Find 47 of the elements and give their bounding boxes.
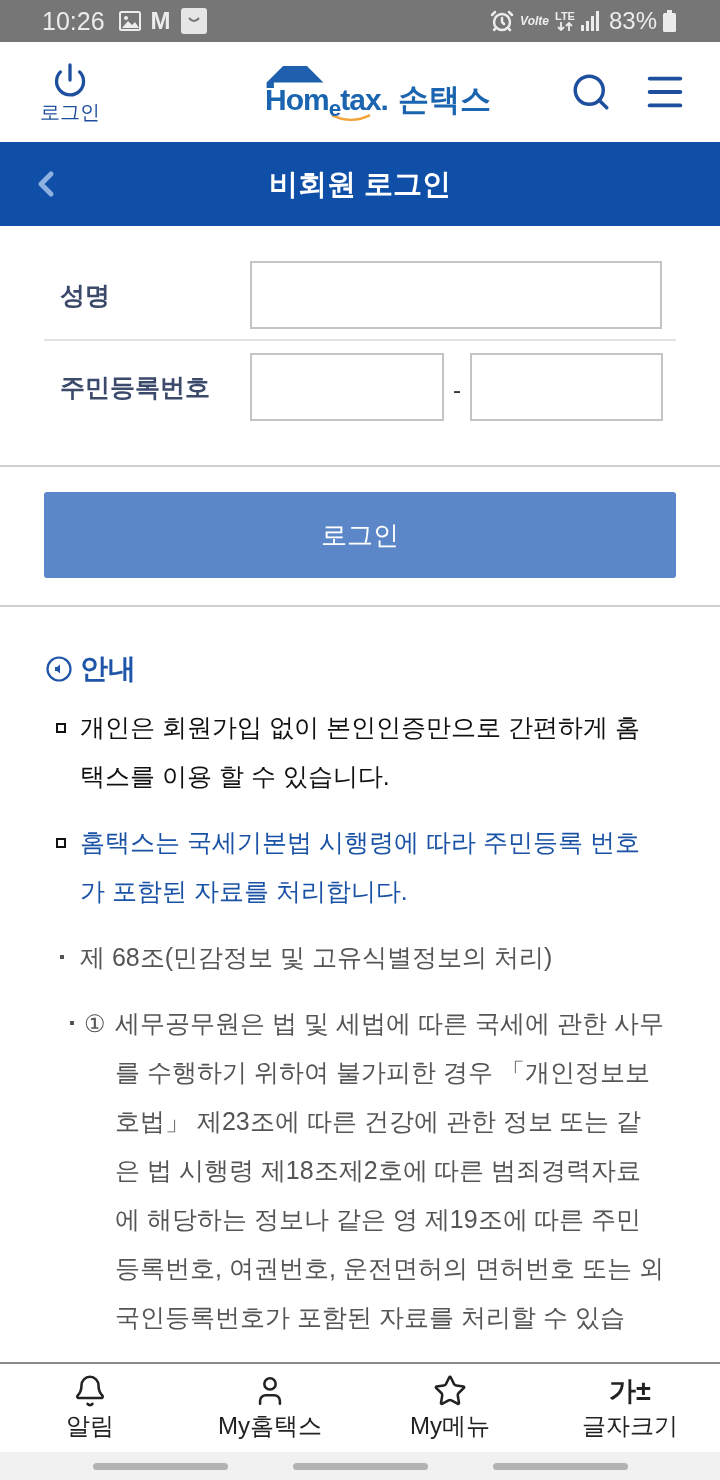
- notice-text: 개인은 회원가입 없이 본인인증만으로 간편하게 홈택스를 이용 할 수 있습니다.: [80, 712, 641, 792]
- status-time: 10:26: [42, 8, 105, 34]
- smile-swoosh-icon: [331, 114, 372, 122]
- star-icon: [433, 1374, 467, 1408]
- id-separator: -: [452, 375, 462, 402]
- image-icon: [118, 11, 141, 31]
- gesture-hint-pill[interactable]: [292, 1462, 428, 1470]
- logo-wordmark: Hom$_{e}$tax.: [265, 84, 388, 116]
- hometax-logo[interactable]: Hom$_{e}$tax. 손택스: [265, 66, 491, 122]
- bottom-nav-item[interactable]: 알림: [0, 1364, 180, 1452]
- bottom-nav-item[interactable]: 가± 글자크기: [540, 1364, 720, 1452]
- power-icon: [52, 62, 88, 98]
- notice-text: 홈택스는 국세기본법 시행령에 따라 주민등록 번호가 포함된 자료를 처리합니다.: [80, 827, 641, 907]
- clause-number: ①: [84, 1009, 107, 1039]
- bottom-nav-item[interactable]: My홈택스: [180, 1364, 360, 1452]
- shopping-bag-icon: [180, 8, 207, 34]
- gesture-hint-pill[interactable]: [92, 1462, 228, 1470]
- house-roof-icon: [265, 66, 326, 88]
- id-front-input[interactable]: [250, 353, 444, 421]
- field-label: 성명: [59, 282, 111, 308]
- article-title: 제 68조(민감정보 및 고유식별정보의 처리): [80, 942, 554, 973]
- speaker-circle-icon: [46, 656, 72, 682]
- battery-percent: 83%: [608, 9, 657, 33]
- logo-subtitle: 손택스: [397, 84, 491, 116]
- app-notification-letter: M: [150, 9, 171, 33]
- dot-bullet-icon: [70, 1021, 74, 1025]
- alarm-icon: [490, 9, 515, 33]
- square-bullet-icon: [56, 838, 66, 848]
- data-arrows-icon: [556, 22, 573, 31]
- battery-icon: [663, 10, 676, 32]
- bottom-nav-item[interactable]: My메뉴: [360, 1364, 540, 1452]
- font-size-glyph: 가±: [609, 1375, 651, 1408]
- square-bullet-icon: [56, 723, 66, 733]
- bell-icon: [73, 1374, 107, 1408]
- dot-bullet-icon: [60, 955, 64, 959]
- volte-indicator: Volte: [520, 15, 549, 27]
- login-button[interactable]: 로그인: [40, 62, 100, 122]
- login-submit-button[interactable]: 로그인: [44, 492, 676, 578]
- page-title: 비회원 로그인: [267, 169, 453, 199]
- notice-heading: 안내: [80, 655, 136, 683]
- gesture-hint-pill[interactable]: [492, 1462, 628, 1470]
- id-back-input[interactable]: [470, 353, 663, 421]
- network-type: LTE: [555, 11, 575, 22]
- name-input[interactable]: [250, 261, 662, 329]
- field-label: 주민등록번호: [59, 374, 211, 400]
- clause-text: 세무공무원은 법 및 세법에 따른 국세에 관한 사무를 수행하기 위하여 불가피한 경우 「개인정보보호법」 제23조에 따른 건강에 관한 정보 또는 같은 법 시행령 제18조제2호에 따른 범죄경력자료에 해당하는 정보나 같은 영 제19조에 따른 주민등록번호, 여권번호, 운전면허의 면허번호 또는 외국인등록번호가 포함된 자료를 처리할 수 있습: [115, 1008, 665, 1333]
- signal-icon: [580, 11, 599, 31]
